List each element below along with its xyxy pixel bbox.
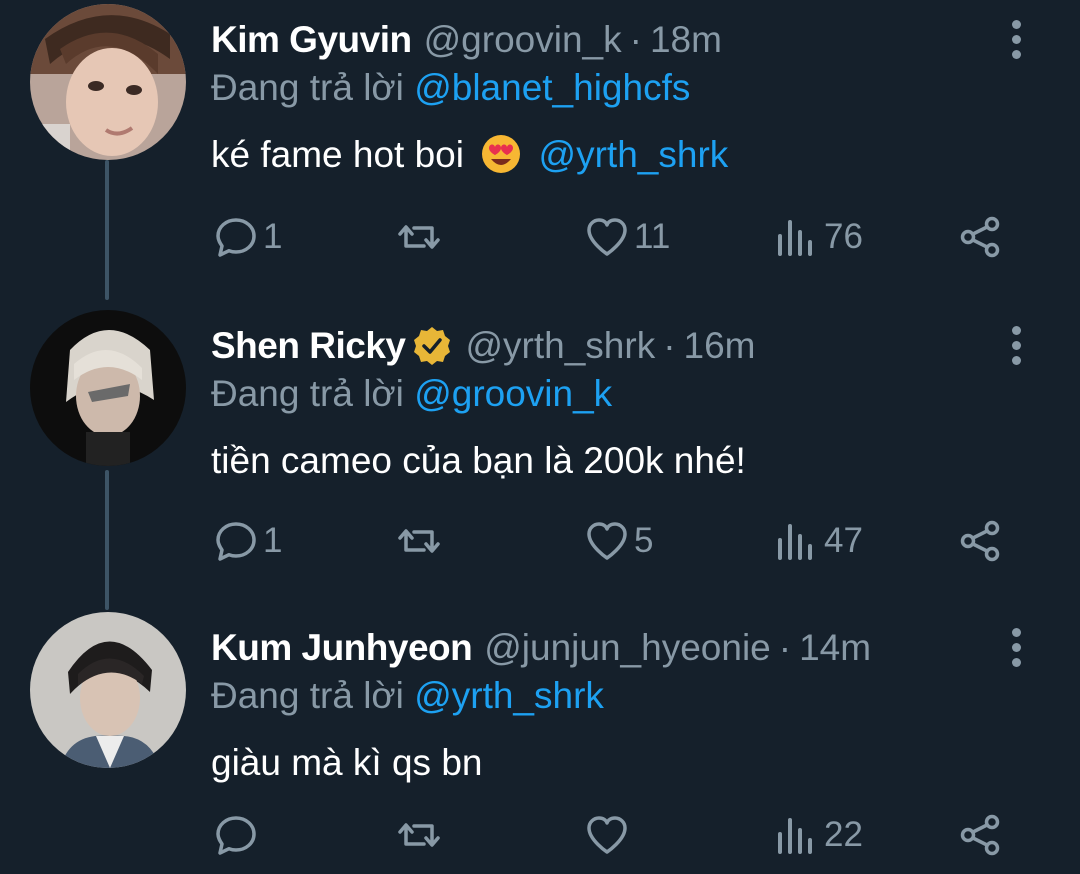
- retweet-icon: [398, 529, 440, 553]
- tweet-header: Kum Junhyeon @junjun_hyeonie · 14m: [211, 626, 871, 670]
- retweet-button[interactable]: [396, 812, 446, 858]
- user-handle[interactable]: @yrth_shrk: [465, 324, 655, 368]
- display-name[interactable]: Kim Gyuvin: [211, 18, 412, 62]
- replying-to-mention[interactable]: @yrth_shrk: [414, 675, 604, 716]
- like-button[interactable]: 5: [584, 518, 653, 564]
- like-count: 5: [634, 521, 654, 560]
- tweet-text: tiền cameo của bạn là 200k nhé!: [211, 438, 746, 484]
- share-icon: [960, 520, 1000, 562]
- timestamp[interactable]: 18m: [650, 18, 722, 62]
- tweet-text: giàu mà kì qs bn: [211, 740, 482, 786]
- replying-to-label: Đang trả lời: [211, 67, 404, 108]
- more-options-icon[interactable]: [1004, 322, 1028, 372]
- replying-to-label: Đang trả lời: [211, 675, 404, 716]
- like-icon: [587, 522, 627, 560]
- like-icon: [587, 816, 627, 854]
- reply-button[interactable]: [213, 812, 263, 858]
- replying-to: Đang trả lời @groovin_k: [211, 372, 612, 416]
- like-icon: [587, 218, 627, 256]
- reply-icon: [216, 816, 256, 855]
- views-icon: [778, 220, 812, 256]
- tweet-mention[interactable]: @yrth_shrk: [539, 134, 729, 175]
- separator: ·: [778, 627, 792, 668]
- retweet-button[interactable]: [396, 214, 446, 260]
- replying-to-label: Đang trả lời: [211, 373, 404, 414]
- share-button[interactable]: [958, 812, 1004, 858]
- tweet-actions: 1 11 76: [0, 214, 1080, 274]
- reply-button[interactable]: 1: [213, 214, 282, 260]
- views-button[interactable]: 47: [774, 518, 863, 564]
- avatar[interactable]: [30, 310, 186, 466]
- retweet-icon: [398, 225, 440, 249]
- replying-to: Đang trả lời @blanet_highcfs: [211, 66, 690, 110]
- tweet-actions: 1 5 47: [0, 518, 1080, 578]
- reply-icon: [216, 522, 256, 561]
- avatar[interactable]: [30, 612, 186, 768]
- tweet[interactable]: Kum Junhyeon @junjun_hyeonie · 14m Đang …: [0, 612, 1080, 874]
- like-count: 11: [634, 217, 671, 256]
- share-icon: [960, 216, 1000, 258]
- tweet-text-body: ké fame hot boi: [211, 134, 464, 175]
- replying-to-mention[interactable]: @groovin_k: [414, 373, 612, 414]
- share-button[interactable]: [958, 518, 1004, 564]
- display-name[interactable]: Shen Ricky: [211, 324, 406, 368]
- timestamp[interactable]: 14m: [799, 626, 871, 670]
- user-handle[interactable]: @junjun_hyeonie: [484, 626, 771, 670]
- separator: ·: [663, 325, 676, 366]
- heart-eyes-emoji-icon: [482, 135, 521, 173]
- retweet-button[interactable]: [396, 518, 446, 564]
- tweet-actions: 22: [0, 812, 1080, 872]
- share-icon: [960, 814, 1000, 856]
- timestamp[interactable]: 16m: [684, 324, 756, 368]
- reply-icon: [216, 218, 256, 257]
- reply-count: 1: [263, 217, 283, 256]
- retweet-icon: [398, 823, 440, 847]
- more-options-icon[interactable]: [1004, 624, 1028, 674]
- tweet-text-body: giàu mà kì qs bn: [211, 742, 483, 783]
- tweet[interactable]: Shen Ricky @yrth_shrk · 16m Đang trả lời…: [0, 310, 1080, 600]
- tweet-text: ké fame hot boi @yrth_shrk: [211, 132, 728, 178]
- user-handle[interactable]: @groovin_k: [424, 18, 622, 62]
- replying-to-mention[interactable]: @blanet_highcfs: [414, 67, 690, 108]
- like-button[interactable]: 11: [584, 214, 670, 260]
- avatar[interactable]: [30, 4, 186, 160]
- views-count: 47: [824, 521, 863, 560]
- share-button[interactable]: [958, 214, 1004, 260]
- verified-badge-icon: [414, 327, 451, 365]
- like-button[interactable]: [584, 812, 634, 858]
- tweet-text-body: tiền cameo của bạn là 200k nhé!: [211, 440, 746, 481]
- views-icon: [778, 524, 812, 560]
- tweet-header: Kim Gyuvin @groovin_k · 18m: [211, 18, 722, 62]
- reply-button[interactable]: 1: [213, 518, 282, 564]
- more-options-icon[interactable]: [1004, 16, 1028, 66]
- display-name[interactable]: Kum Junhyeon: [211, 626, 473, 670]
- views-button[interactable]: 76: [774, 214, 863, 260]
- views-icon: [778, 818, 812, 854]
- reply-count: 1: [263, 521, 283, 560]
- views-button[interactable]: 22: [774, 812, 863, 858]
- views-count: 76: [824, 217, 863, 256]
- tweet[interactable]: Kim Gyuvin @groovin_k · 18m Đang trả lời…: [0, 4, 1080, 294]
- views-count: 22: [824, 815, 863, 854]
- separator: ·: [629, 19, 642, 60]
- tweet-header: Shen Ricky @yrth_shrk · 16m: [211, 324, 756, 368]
- replying-to: Đang trả lời @yrth_shrk: [211, 674, 604, 718]
